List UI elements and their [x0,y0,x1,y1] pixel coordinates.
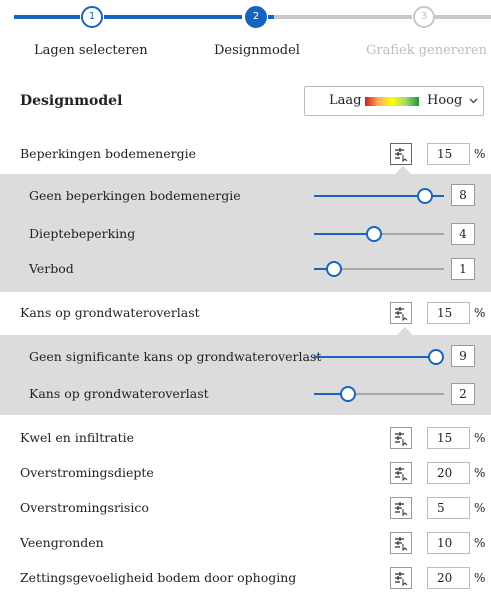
filter-toggle-button[interactable] [390,532,412,554]
sliders-icon [395,537,408,552]
slider-track-empty[interactable] [374,233,444,235]
weight-input[interactable]: 15 [427,302,470,324]
class-label: Verbod [29,261,74,276]
weight-input[interactable]: 20 [427,462,470,484]
slider-track-empty[interactable] [334,268,444,270]
weight-input[interactable]: 15 [427,427,470,449]
filter-toggle-button[interactable] [390,497,412,519]
stepper-line-2 [104,15,242,19]
class-value-box[interactable]: 1 [451,258,475,280]
slider-knob[interactable] [326,261,342,277]
sliders-icon [395,148,408,163]
slider-knob[interactable] [428,349,444,365]
slider-track-filled[interactable] [314,233,374,235]
filter-toggle-button[interactable] [390,143,412,165]
class-value-box[interactable]: 2 [451,383,475,405]
percent-unit: % [474,306,486,320]
slider-knob[interactable] [417,188,433,204]
class-value-box[interactable]: 4 [451,223,475,245]
sliders-icon [395,467,408,482]
class-panel: Geen beperkingen bodemenergie 8 Dieptebe… [0,174,491,292]
class-label: Dieptebeperking [29,226,136,241]
filter-toggle-button[interactable] [390,302,412,324]
percent-unit: % [474,571,486,585]
legend-gradient [365,97,419,106]
sliders-icon [395,432,408,447]
sliders-icon [395,307,408,322]
percent-unit: % [474,501,486,515]
step-2-label[interactable]: Designmodel [214,43,300,58]
class-value-box[interactable]: 8 [451,184,475,206]
filter-toggle-button[interactable] [390,567,412,589]
stepper-line-4 [274,15,412,19]
criterion-label: Overstromingsrisico [20,500,149,515]
weight-input[interactable]: 10 [427,532,470,554]
panel-pointer [397,327,413,335]
criterion-label: Overstromingsdiepte [20,465,154,480]
class-panel: Geen significante kans op grondwaterover… [0,335,491,415]
slider-knob[interactable] [366,226,382,242]
criterion-label: Zettingsgevoeligheid bodem door ophoging [20,570,297,585]
filter-toggle-button[interactable] [390,427,412,449]
criterion-label: Beperkingen bodemenergie [20,146,197,161]
step-3-circle[interactable]: 3 [413,6,435,28]
legend-low-label: Laag [329,93,362,108]
criterion-label: Kwel en infiltratie [20,430,135,445]
weight-input[interactable]: 5 [427,497,470,519]
class-value-box[interactable]: 9 [451,345,475,367]
step-1-label[interactable]: Lagen selecteren [34,43,148,58]
percent-unit: % [474,536,486,550]
slider-knob[interactable] [340,386,356,402]
percent-unit: % [474,147,486,161]
stepper-line-1 [14,15,80,19]
percent-unit: % [474,431,486,445]
criterion-label: Veengronden [20,535,104,550]
chevron-down-icon [469,98,478,104]
page-title: Designmodel [20,93,123,109]
stepper-line-5 [435,15,491,19]
filter-toggle-button[interactable] [390,462,412,484]
panel-pointer [395,166,411,174]
percent-unit: % [474,466,486,480]
class-label: Geen beperkingen bodemenergie [29,188,241,203]
class-label: Kans op grondwateroverlast [29,386,209,401]
step-1-circle[interactable]: 1 [81,6,103,28]
sliders-icon [395,572,408,587]
step-3-label[interactable]: Grafiek genereren [366,43,487,58]
weight-input[interactable]: 20 [427,567,470,589]
sliders-icon [395,502,408,517]
class-label: Geen significante kans op grondwaterover… [29,349,322,364]
legend-high-label: Hoog [427,93,463,108]
slider-track[interactable] [314,356,440,358]
color-legend-dropdown[interactable]: Laag Hoog [304,86,484,116]
criterion-label: Kans op grondwateroverlast [20,305,200,320]
weight-input[interactable]: 15 [427,143,470,165]
step-2-circle[interactable]: 2 [245,6,267,28]
slider-track-empty[interactable] [348,393,444,395]
